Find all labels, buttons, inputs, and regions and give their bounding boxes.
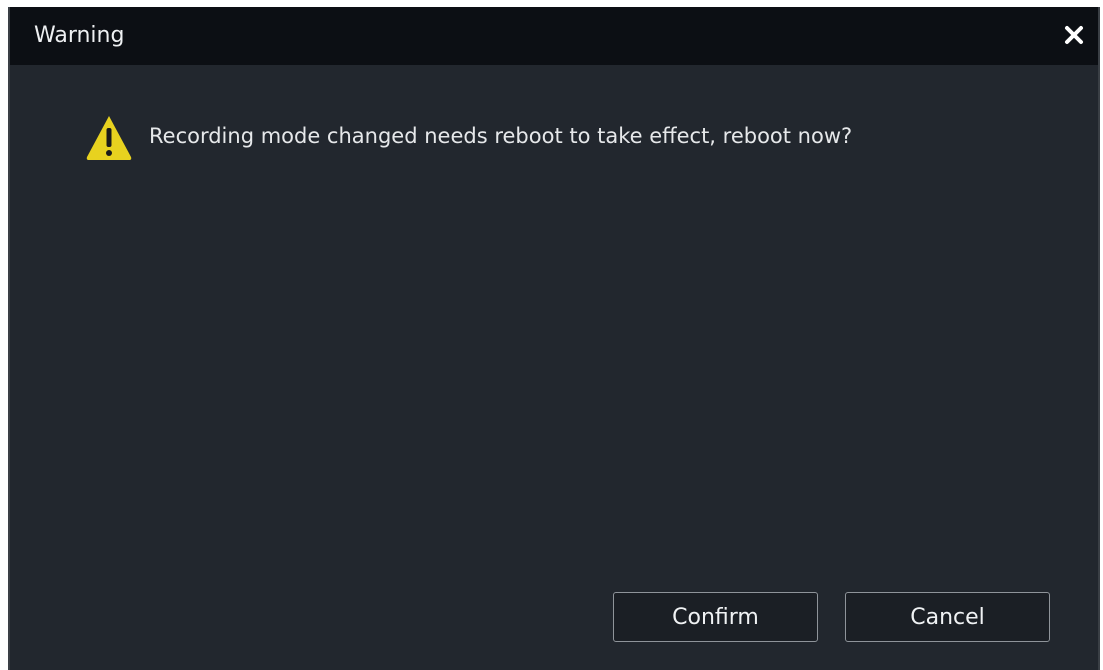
confirm-button[interactable]: Confirm bbox=[613, 592, 818, 642]
dialog-message: Recording mode changed needs reboot to t… bbox=[149, 124, 853, 148]
warning-dialog: Warning Recording mode changed needs reb… bbox=[8, 7, 1100, 670]
close-icon[interactable] bbox=[1060, 21, 1088, 49]
dialog-titlebar: Warning bbox=[10, 7, 1098, 65]
cancel-button[interactable]: Cancel bbox=[845, 592, 1050, 642]
warning-triangle-icon bbox=[84, 112, 134, 162]
dialog-title: Warning bbox=[34, 23, 125, 48]
